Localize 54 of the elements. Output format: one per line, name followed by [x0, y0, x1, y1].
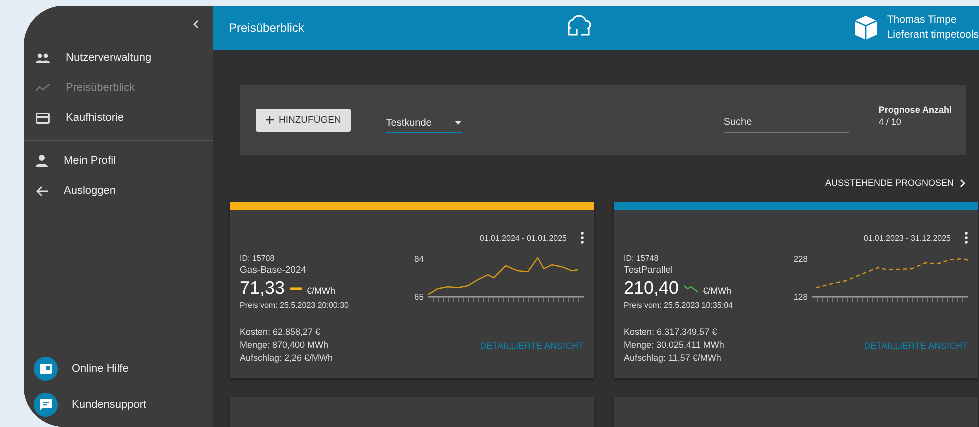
book-icon [40, 364, 52, 374]
product-name: TestParallel [624, 265, 674, 276]
help-item[interactable]: Online Hilfe [24, 351, 213, 387]
nav-item[interactable]: Ausloggen [24, 176, 213, 206]
axis-label: 84 [414, 254, 424, 264]
user-name: Thomas Timpe [887, 13, 958, 28]
price-date: Preis vom: 25.5.2023 10:35:04 [624, 301, 733, 310]
chevron-right-icon [960, 178, 966, 188]
price-unit: €/MWh [703, 286, 732, 296]
costs-text: Kosten: 62.858,27 € [240, 327, 321, 337]
card-id: ID: 15708 [240, 254, 276, 263]
nav-item[interactable]: Kaufhistorie [24, 103, 213, 133]
add-button[interactable]: HINZUFÜGEN [256, 108, 352, 132]
more-menu-button[interactable] [581, 232, 584, 244]
axis-label: 228 [792, 254, 808, 264]
nav-item[interactable]: Nutzerverwaltung [24, 43, 213, 73]
costs-text: Kosten: 6.317.349,57 € [624, 327, 718, 337]
chevron-left-icon [193, 20, 199, 29]
customer-select[interactable]: Testkunde [386, 118, 462, 132]
users-icon [36, 53, 50, 63]
trend-line-icon [36, 84, 50, 92]
plus-icon [266, 116, 274, 124]
period-text: 01.01.2023 - 31.12.2025 [864, 234, 951, 242]
nav-item[interactable]: Mein Profil [24, 146, 213, 176]
help-item[interactable]: Kundensupport [24, 387, 213, 423]
chat-icon [40, 399, 52, 411]
card-id: ID: 15748 [624, 254, 660, 263]
product-name: Gas-Base-2024 [240, 265, 308, 276]
forecast-label: Prognose Anzahl [878, 104, 952, 116]
surcharge-text: Aufschlag: 2,26 €/MWh [240, 353, 334, 363]
axis-label: 65 [414, 292, 424, 302]
more-vertical-icon [581, 232, 584, 244]
more-vertical-icon [965, 232, 968, 244]
price-value: 71,33 [240, 278, 286, 299]
surcharge-text: Aufschlag: 11,57 €/MWh [624, 353, 722, 363]
person-icon [36, 155, 48, 167]
axis-label: 128 [792, 292, 808, 302]
forecast-count: 4 / 10 [878, 116, 902, 128]
price-date: Preis vom: 25.5.2023 20:00:30 [240, 301, 349, 310]
pending-forecasts-link[interactable]: AUSSTEHENDE PROGNOSEN [825, 178, 966, 188]
price-value: 210,40 [624, 278, 680, 299]
more-menu-button[interactable] [965, 232, 968, 244]
cube-avatar-icon [853, 15, 880, 41]
page-title: Preisüberblick [229, 21, 304, 35]
search-field[interactable]: Suche [724, 117, 849, 133]
user-role: Lieferant timpetools [887, 28, 979, 43]
quantity-text: Menge: 870,400 MWh [240, 340, 329, 350]
arrow-left-icon [36, 186, 48, 196]
quantity-text: Menge: 30.025.411 MWh [624, 340, 724, 350]
price-unit: €/MWh [307, 286, 336, 296]
dropdown-caret-icon [455, 121, 462, 125]
credit-card-icon [36, 112, 50, 124]
period-text: 01.01.2024 - 01.01.2025 [480, 234, 567, 242]
collapse-button[interactable] [193, 20, 199, 29]
